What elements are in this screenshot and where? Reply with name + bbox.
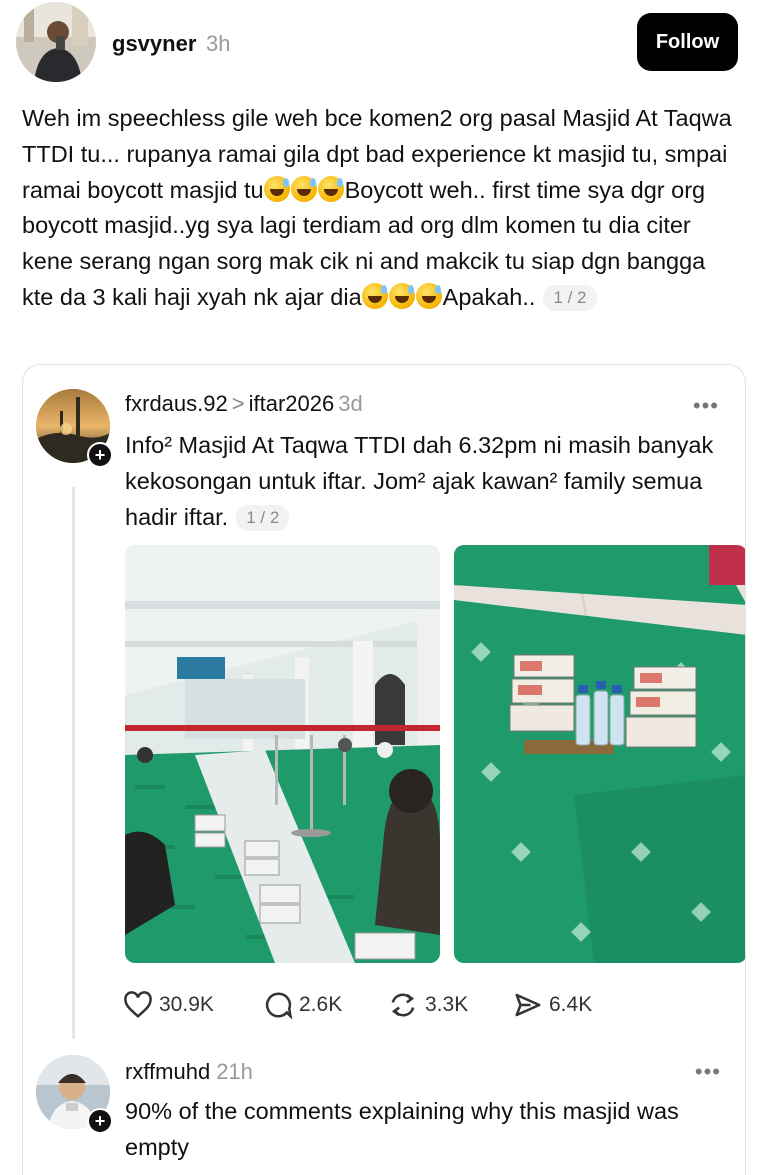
post-text-part3: Apakah..: [442, 283, 536, 310]
like-count: 30.9K: [159, 993, 214, 1016]
repost-count: 3.3K: [425, 993, 469, 1016]
reply-header: rxffmuhd 21h: [125, 1059, 253, 1085]
grinning-sweat-emoji: [263, 175, 290, 202]
chevron-right-icon: >: [231, 391, 245, 416]
post-username[interactable]: gsvyner: [112, 31, 196, 57]
quoted-topic[interactable]: iftar2026: [249, 391, 335, 416]
grinning-sweat-emoji: [415, 282, 442, 309]
post-text: Weh im speechless gile weh bce komen2 or…: [22, 101, 732, 316]
food-packs-on-mat-photo[interactable]: [454, 545, 745, 963]
quoted-text: Info² Masjid At Taqwa TTDI dah 6.32pm ni…: [125, 427, 725, 535]
grinning-sweat-emoji: [361, 282, 388, 309]
reply-text: 90% of the comments explaining why this …: [125, 1098, 679, 1160]
grinning-sweat-emoji: [317, 175, 344, 202]
quoted-text-body: Info² Masjid At Taqwa TTDI dah 6.32pm ni…: [125, 432, 714, 530]
quoted-page-indicator: 1 / 2: [236, 505, 290, 531]
mosque-interior-photo[interactable]: [125, 545, 440, 963]
post-timestamp: 3h: [206, 31, 231, 56]
comment-icon: [265, 992, 293, 1019]
heart-icon: [124, 991, 152, 1018]
post-header: gsvyner 3h Follow: [0, 0, 768, 90]
reply-timestamp: 21h: [216, 1059, 253, 1084]
share-button[interactable]: 6.4K: [513, 985, 592, 1025]
grinning-sweat-emoji: [388, 282, 415, 309]
follow-button[interactable]: Follow: [637, 13, 738, 71]
repost-button[interactable]: 3.3K: [387, 985, 468, 1025]
repost-icon: [391, 993, 415, 1017]
avatar[interactable]: [16, 2, 96, 82]
quoted-post-card[interactable]: + fxrdaus.92 > iftar2026 3d ••• Info² Masji…: [22, 364, 746, 1175]
share-count: 6.4K: [549, 993, 593, 1016]
reply-item[interactable]: + rxffmuhd 21h ••• 90% of the comments ex…: [23, 1047, 745, 1175]
follow-plus-icon[interactable]: +: [87, 442, 113, 468]
reply-username[interactable]: rxffmuhd: [125, 1059, 210, 1084]
quoted-username[interactable]: fxrdaus.92: [125, 391, 228, 416]
page-indicator: 1 / 2: [543, 284, 597, 311]
more-options-icon[interactable]: •••: [693, 393, 719, 419]
follow-plus-icon[interactable]: +: [87, 1108, 113, 1134]
action-bar: 30.9K 2.6K 3.3K 6.4K: [123, 985, 643, 1025]
send-icon: [515, 993, 541, 1017]
comment-count: 2.6K: [299, 993, 343, 1016]
grinning-sweat-emoji: [290, 175, 317, 202]
more-options-icon[interactable]: •••: [695, 1059, 721, 1085]
like-button[interactable]: 30.9K: [123, 985, 214, 1025]
thread-line: [72, 487, 75, 1039]
quoted-timestamp: 3d: [338, 391, 363, 416]
quoted-header: fxrdaus.92 > iftar2026 3d: [125, 391, 363, 417]
comment-button[interactable]: 2.6K: [263, 985, 342, 1025]
